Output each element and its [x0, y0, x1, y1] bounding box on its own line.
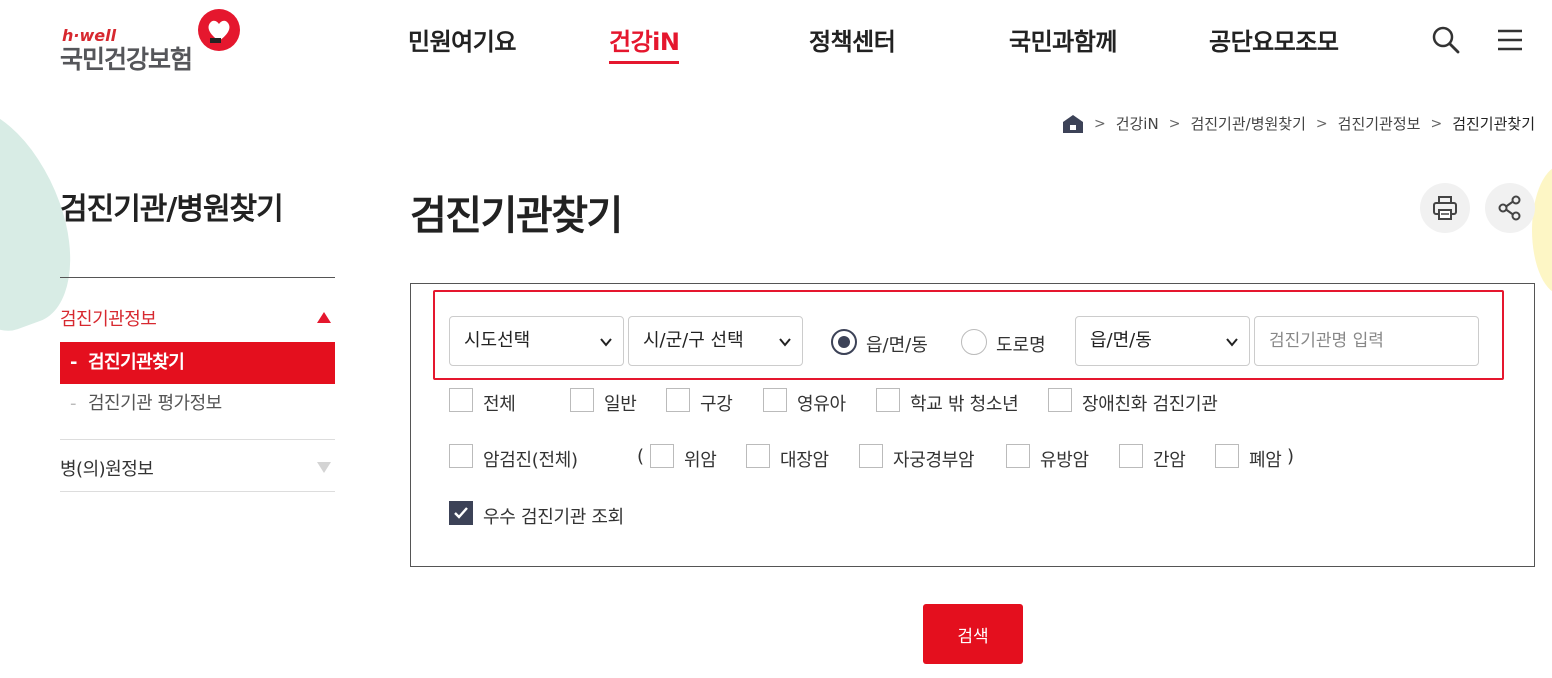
- checkbox-lung-cancer[interactable]: [1215, 444, 1239, 468]
- checkbox-excellent-facility-label[interactable]: 우수 검진기관 조회: [483, 503, 624, 529]
- checkbox-liver-cancer-label[interactable]: 간암: [1153, 446, 1186, 472]
- share-button[interactable]: [1485, 183, 1535, 233]
- decor-blob-right: [1532, 165, 1552, 295]
- sidebar-section-hospital-info[interactable]: 병(의)원정보: [60, 455, 335, 480]
- paren-close: ): [1287, 446, 1295, 467]
- checkbox-stomach-cancer-label[interactable]: 위암: [684, 446, 717, 472]
- checkbox-infant[interactable]: [763, 388, 787, 412]
- share-icon: [1498, 195, 1521, 221]
- breadcrumb: > 건강iN > 검진기관/병원찾기 > 검진기관정보 > 검진기관찾기: [1062, 113, 1535, 134]
- checkbox-colon-cancer-label[interactable]: 대장암: [780, 446, 829, 472]
- sidebar-item-label: 검진기관찾기: [88, 352, 185, 373]
- checkbox-disability-friendly[interactable]: [1048, 388, 1072, 412]
- radio-eupmyeondong[interactable]: [831, 329, 857, 355]
- search-button[interactable]: 검색: [923, 604, 1023, 664]
- chevron-down-icon: [600, 338, 612, 347]
- checkbox-general-label[interactable]: 일반: [604, 390, 637, 416]
- checkbox-oral[interactable]: [666, 388, 690, 412]
- heart-logo-icon: [198, 9, 240, 51]
- checkbox-infant-label[interactable]: 영유아: [797, 390, 846, 416]
- dash-icon: -: [70, 352, 77, 373]
- print-button[interactable]: [1420, 183, 1470, 233]
- sidebar-top-line: [60, 277, 335, 278]
- sidebar-section-label: 검진기관정보: [60, 309, 157, 330]
- nav-item-minwon[interactable]: 민원여기요: [408, 22, 516, 62]
- checkbox-all[interactable]: [449, 388, 473, 412]
- sidebar-title: 검진기관/병원찾기: [60, 192, 284, 227]
- dong-select-value: 읍/면/동: [1090, 330, 1152, 351]
- site-logo[interactable]: h·well 국민건강보험: [60, 8, 250, 74]
- radio-road-name[interactable]: [961, 329, 987, 355]
- sidebar-item-checkup-search[interactable]: - 검진기관찾기: [60, 342, 335, 384]
- facility-name-input[interactable]: [1254, 316, 1479, 366]
- radio-road-name-label[interactable]: 도로명: [996, 331, 1046, 357]
- breadcrumb-current: 검진기관찾기: [1452, 115, 1535, 133]
- paren-open: (: [637, 446, 645, 467]
- print-icon: [1433, 196, 1457, 220]
- checkbox-breast-cancer-label[interactable]: 유방암: [1040, 446, 1089, 472]
- sidebar-item-label: 검진기관 평가정보: [88, 393, 222, 414]
- checkbox-cancer-all[interactable]: [449, 444, 473, 468]
- checkbox-oral-label[interactable]: 구강: [700, 390, 733, 416]
- nav-item-with-people[interactable]: 국민과함께: [1009, 22, 1117, 62]
- checkbox-breast-cancer[interactable]: [1006, 444, 1030, 468]
- checkbox-cervical-cancer[interactable]: [859, 444, 883, 468]
- search-icon[interactable]: [1430, 24, 1462, 56]
- breadcrumb-separator: >: [1093, 115, 1106, 132]
- checkmark-icon: [454, 507, 468, 519]
- nav-item-policy-center[interactable]: 정책센터: [809, 22, 896, 62]
- nav-item-health-in[interactable]: 건강iN: [609, 22, 680, 64]
- sido-select-value: 시도선택: [464, 330, 531, 351]
- radio-eupmyeondong-label[interactable]: 읍/면/동: [866, 331, 928, 357]
- triangle-up-icon: [317, 312, 331, 323]
- breadcrumb-separator: >: [1315, 115, 1328, 132]
- breadcrumb-item[interactable]: 건강iN: [1116, 113, 1159, 134]
- chevron-down-icon: [1226, 338, 1238, 347]
- page-title: 검진기관찾기: [410, 193, 623, 239]
- checkbox-general[interactable]: [570, 388, 594, 412]
- breadcrumb-item[interactable]: 검진기관/병원찾기: [1190, 113, 1305, 134]
- sidebar-divider: [60, 491, 335, 492]
- sigungu-select-value: 시/군/구 선택: [643, 330, 744, 351]
- checkbox-disability-friendly-label[interactable]: 장애친화 검진기관: [1082, 390, 1218, 416]
- nav-item-about[interactable]: 공단요모조모: [1209, 22, 1339, 62]
- sidebar-item-checkup-evaluation[interactable]: - 검진기관 평가정보: [60, 384, 335, 424]
- chevron-down-icon: [779, 338, 791, 347]
- checkbox-excellent-facility[interactable]: [449, 501, 473, 525]
- dash-icon: -: [70, 393, 77, 414]
- breadcrumb-item[interactable]: 검진기관정보: [1338, 113, 1421, 134]
- sigungu-select[interactable]: 시/군/구 선택: [628, 316, 803, 366]
- menu-icon[interactable]: [1494, 24, 1526, 56]
- checkbox-stomach-cancer[interactable]: [650, 444, 674, 468]
- checkbox-liver-cancer[interactable]: [1119, 444, 1143, 468]
- checkbox-cervical-cancer-label[interactable]: 자궁경부암: [893, 446, 975, 472]
- breadcrumb-separator: >: [1430, 115, 1443, 132]
- sidebar-divider: [60, 439, 335, 440]
- logo-name: 국민건강보험: [60, 45, 193, 74]
- checkbox-cancer-all-label[interactable]: 암검진(전체): [483, 446, 578, 472]
- sido-select[interactable]: 시도선택: [449, 316, 624, 366]
- triangle-down-icon: [317, 462, 331, 473]
- checkbox-lung-cancer-label[interactable]: 폐암: [1249, 446, 1282, 472]
- breadcrumb-separator: >: [1168, 115, 1181, 132]
- sidebar-section-label: 병(의)원정보: [60, 459, 154, 480]
- checkbox-all-label[interactable]: 전체: [483, 390, 516, 416]
- dong-select[interactable]: 읍/면/동: [1075, 316, 1250, 366]
- home-icon[interactable]: [1062, 114, 1084, 134]
- checkbox-out-of-school-youth-label[interactable]: 학교 밖 청소년: [910, 390, 1019, 416]
- sidebar-section-checkup-info[interactable]: 검진기관정보: [60, 305, 335, 330]
- checkbox-out-of-school-youth[interactable]: [876, 388, 900, 412]
- checkbox-colon-cancer[interactable]: [746, 444, 770, 468]
